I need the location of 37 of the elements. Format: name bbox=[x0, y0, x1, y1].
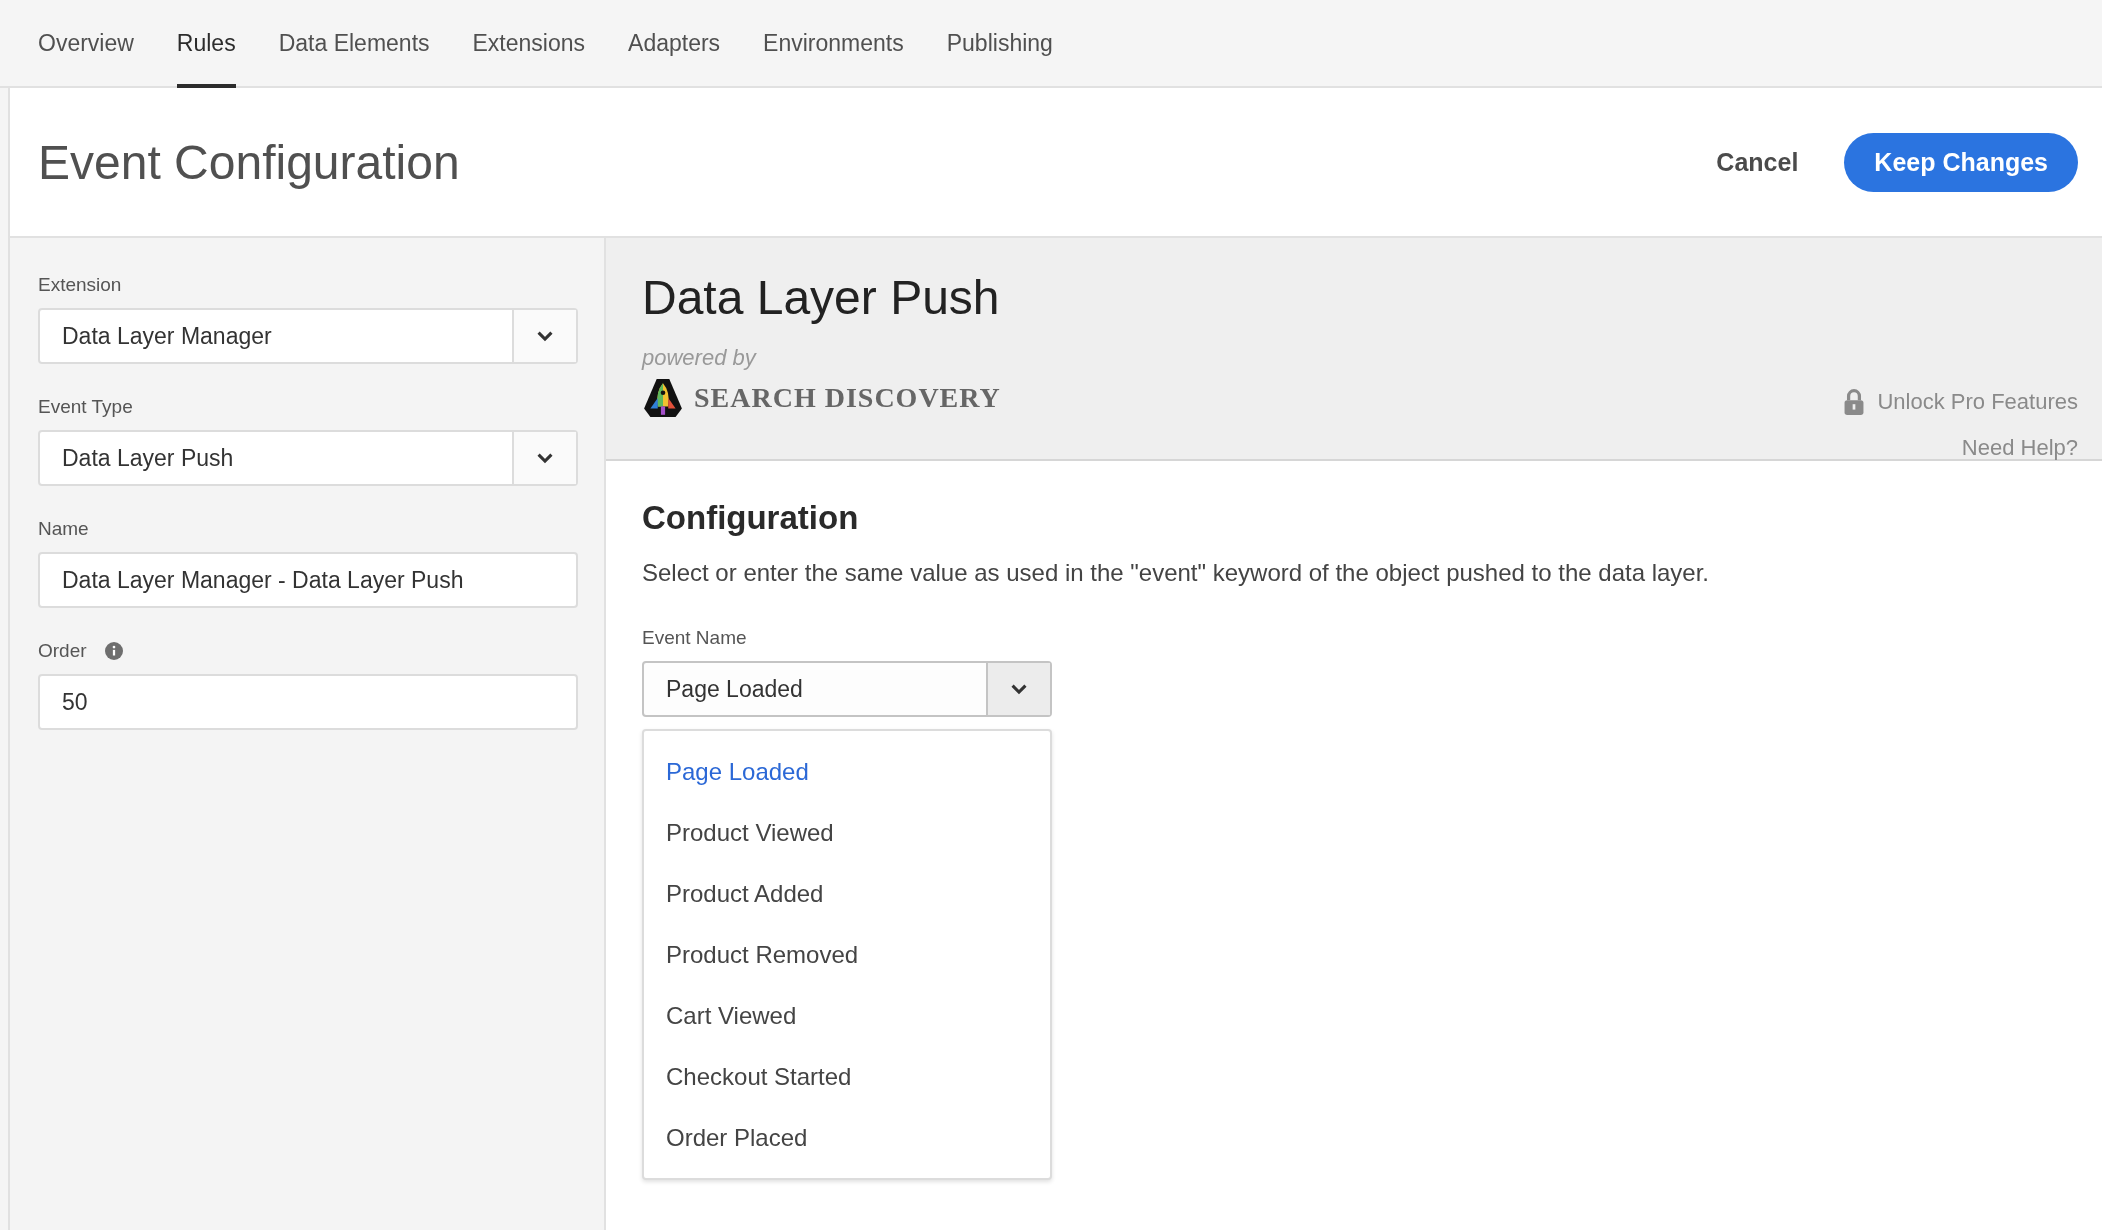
field-label: Name bbox=[38, 518, 89, 540]
menu-option[interactable]: Cart Viewed bbox=[644, 985, 1050, 1046]
field-label: Order bbox=[38, 640, 87, 662]
keep-changes-button[interactable]: Keep Changes bbox=[1844, 132, 2078, 192]
menu-option[interactable]: Product Added bbox=[644, 863, 1050, 924]
nav-tab[interactable]: Publishing bbox=[946, 0, 1053, 88]
nav-tab[interactable]: Overview bbox=[38, 0, 134, 88]
section-heading: Configuration bbox=[642, 499, 860, 537]
menu-option[interactable]: Product Removed bbox=[644, 924, 1050, 985]
chevron-down-icon bbox=[1010, 682, 1028, 696]
dropdown-field[interactable]: Data Layer Manager bbox=[38, 308, 578, 364]
nav-tab[interactable]: Adapters bbox=[628, 0, 721, 88]
powered-by-text: powered by bbox=[642, 345, 758, 371]
chevron-down-icon bbox=[536, 329, 554, 343]
page-title: Event Configuration bbox=[38, 134, 460, 190]
dropdown-field[interactable]: Data Layer Push bbox=[38, 430, 578, 486]
field-label: Extension bbox=[38, 274, 122, 296]
menu-option[interactable]: Product Viewed bbox=[644, 802, 1050, 863]
description-text: Select or enter the same value as used in the "event" keyword of the object pushed to the data layer. bbox=[642, 559, 1711, 587]
nav-tab[interactable]: Environments bbox=[763, 0, 904, 88]
dropdown-field[interactable]: Page Loaded bbox=[642, 661, 1052, 717]
input-field[interactable]: Data Layer Manager - Data Layer Push bbox=[38, 552, 578, 608]
extension-title: Data Layer Push bbox=[642, 270, 1001, 325]
cancel-button[interactable]: Cancel bbox=[1706, 139, 1809, 185]
brand-name: SEARCH DISCOVERY bbox=[694, 382, 1001, 414]
rocket-logo-icon bbox=[642, 377, 684, 419]
field-label: Event Type bbox=[38, 396, 133, 418]
lock-icon bbox=[1843, 388, 1866, 415]
menu-option[interactable]: Page Loaded bbox=[644, 741, 1050, 802]
chevron-down-icon bbox=[536, 451, 554, 465]
nav-tab[interactable]: Extensions bbox=[472, 0, 586, 88]
nav-tab[interactable]: Data Elements bbox=[278, 0, 430, 88]
input-field[interactable]: 50 bbox=[38, 674, 578, 730]
info-icon[interactable] bbox=[104, 642, 123, 660]
field-label: Event Name bbox=[642, 627, 748, 649]
menu-option[interactable]: Checkout Started bbox=[644, 1046, 1050, 1107]
menu-option[interactable]: Order Placed bbox=[644, 1107, 1050, 1168]
